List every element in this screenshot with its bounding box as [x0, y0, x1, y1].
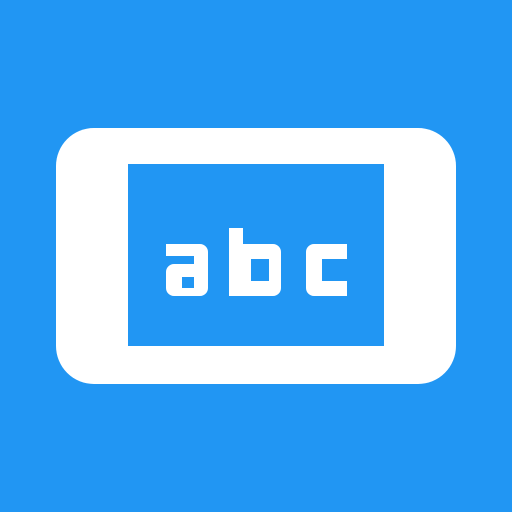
app-icon: abc — [0, 0, 512, 512]
abc-text: abc — [166, 228, 347, 296]
device-screen: abc — [128, 164, 384, 346]
device-frame: abc — [56, 128, 456, 384]
